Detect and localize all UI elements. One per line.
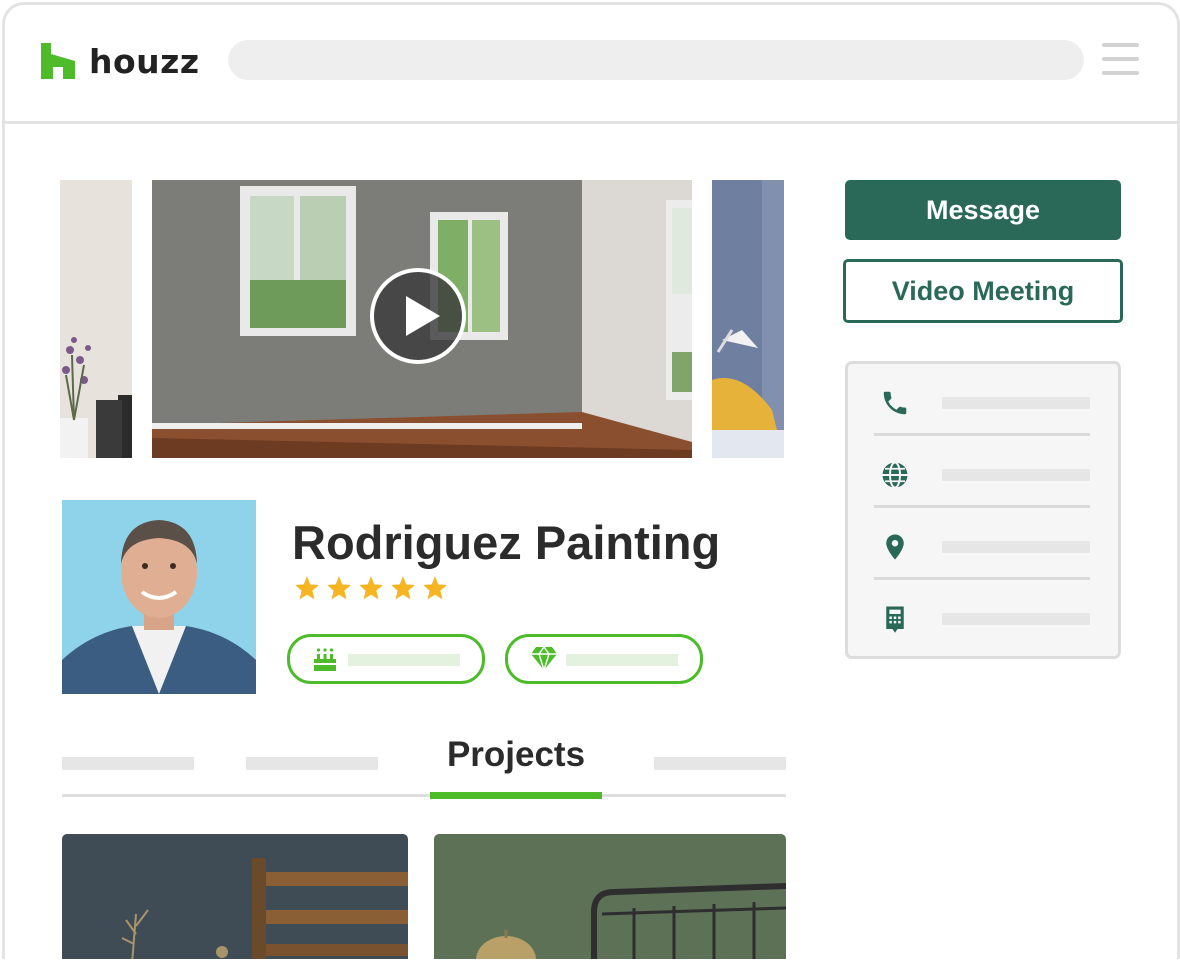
- star-icon: [423, 576, 447, 600]
- project-photo-1[interactable]: [62, 834, 408, 959]
- carousel-photo-right[interactable]: [712, 180, 784, 458]
- contact-row-website[interactable]: [848, 436, 1118, 508]
- contact-row-cost[interactable]: [848, 580, 1118, 652]
- profile-tabs: Projects: [62, 735, 786, 801]
- diamond-icon: [531, 645, 557, 671]
- video-meeting-button[interactable]: Video Meeting: [843, 259, 1123, 323]
- star-rating: [294, 575, 454, 601]
- message-button[interactable]: Message: [845, 180, 1121, 240]
- tab-projects[interactable]: Projects: [430, 735, 602, 775]
- houzz-logo[interactable]: houzz: [41, 41, 200, 81]
- project-photo-2[interactable]: [434, 834, 786, 959]
- play-icon[interactable]: [370, 268, 466, 364]
- tab-placeholder-3[interactable]: [654, 757, 786, 770]
- star-icon: [327, 576, 351, 600]
- phone-icon: [883, 391, 907, 415]
- tab-placeholder-1[interactable]: [62, 757, 194, 770]
- top-navigation-bar: houzz: [5, 5, 1177, 124]
- carousel-photo-left[interactable]: [60, 180, 132, 458]
- location-pin-icon: [886, 534, 904, 560]
- carousel-photo-main[interactable]: [152, 180, 692, 458]
- tab-placeholder-2[interactable]: [246, 757, 378, 770]
- hamburger-menu-icon[interactable]: [1102, 43, 1139, 77]
- cost-placeholder: [942, 613, 1090, 625]
- avatar: [62, 500, 256, 694]
- search-bar[interactable]: [228, 40, 1084, 80]
- active-tab-indicator: [430, 792, 602, 799]
- logo-text: houzz: [89, 41, 200, 81]
- contact-row-phone[interactable]: [848, 364, 1118, 436]
- anniversary-badge[interactable]: [287, 634, 485, 684]
- professional-name: Rodriguez Painting: [292, 516, 721, 569]
- globe-icon: [882, 461, 908, 489]
- browser-frame: houzz Message Video Meeting Rodriguez Pa…: [2, 2, 1180, 959]
- star-icon: [391, 576, 415, 600]
- star-icon: [295, 576, 319, 600]
- website-placeholder: [942, 469, 1090, 481]
- calculator-icon: [886, 606, 904, 633]
- address-placeholder: [942, 541, 1090, 553]
- contact-row-address[interactable]: [848, 508, 1118, 580]
- badge-text-placeholder: [348, 654, 460, 666]
- phone-placeholder: [942, 397, 1090, 409]
- badge-text-placeholder: [566, 654, 678, 666]
- star-icon: [359, 576, 383, 600]
- best-of-houzz-badge[interactable]: [505, 634, 703, 684]
- anniversary-cake-icon: [314, 648, 336, 671]
- contact-info-card: [845, 361, 1121, 659]
- houzz-logo-icon: [41, 43, 75, 79]
